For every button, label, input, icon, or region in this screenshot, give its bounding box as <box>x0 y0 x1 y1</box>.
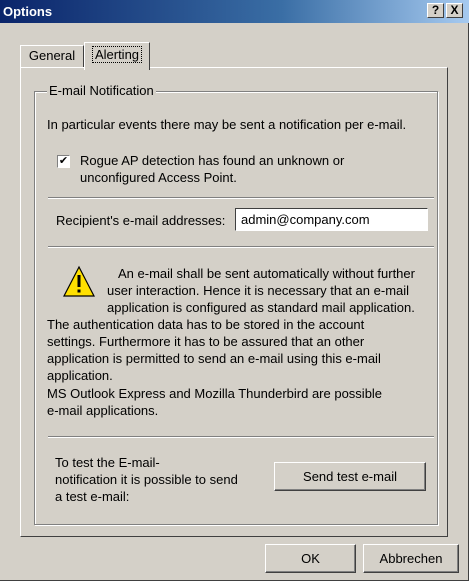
warning-text-line: application. <box>47 368 113 383</box>
checkbox-label-line2: unconfigured Access Point. <box>80 170 237 185</box>
group-legend: E-mail Notification <box>47 83 156 98</box>
warning-text-line: user interaction. Hence it is necessary … <box>107 283 410 298</box>
send-test-email-button[interactable]: Send test e-mail <box>274 462 426 491</box>
separator <box>48 197 434 199</box>
warning-text-line: e-mail applications. <box>47 403 159 418</box>
tab-alerting-label: Alerting <box>91 46 143 63</box>
recipient-email-field[interactable]: admin@company.com <box>235 208 428 231</box>
close-button[interactable]: X <box>446 3 463 18</box>
warning-text-line: An e-mail shall be sent automatically wi… <box>118 266 415 281</box>
checkbox-label-line1: Rogue AP detection has found an unknown … <box>80 153 345 168</box>
test-hint-line: notification it is possible to send <box>55 472 238 487</box>
warning-text-line: application is permitted to send an e-ma… <box>47 351 381 366</box>
test-hint-line: a test e-mail: <box>55 489 130 504</box>
separator <box>48 436 434 438</box>
recipient-label: Recipient's e-mail addresses: <box>56 213 226 228</box>
warning-text-line: settings. Furthermore it has to be assur… <box>47 334 365 349</box>
tab-general[interactable]: General <box>20 45 84 67</box>
warning-text-line: The authentication data has to be stored… <box>47 317 365 332</box>
warning-text-line: application is configured as standard ma… <box>107 300 415 315</box>
intro-text: In particular events there may be sent a… <box>47 117 407 132</box>
warning-text-line: MS Outlook Express and Mozilla Thunderbi… <box>47 386 383 401</box>
options-dialog: Options ? X General Alerting E-mail Noti… <box>0 0 469 581</box>
separator <box>48 246 434 248</box>
warning-triangle-icon <box>63 265 95 297</box>
ok-button[interactable]: OK <box>265 544 356 573</box>
test-hint-line: To test the E-mail- <box>55 455 160 470</box>
tab-alerting[interactable]: Alerting <box>84 42 150 70</box>
window-title: Options <box>3 4 53 19</box>
help-button[interactable]: ? <box>427 3 444 18</box>
rogue-ap-checkbox[interactable]: ✔ <box>57 155 70 168</box>
cancel-button[interactable]: Abbrechen <box>363 544 459 573</box>
title-bar[interactable]: Options ? X <box>0 0 469 23</box>
